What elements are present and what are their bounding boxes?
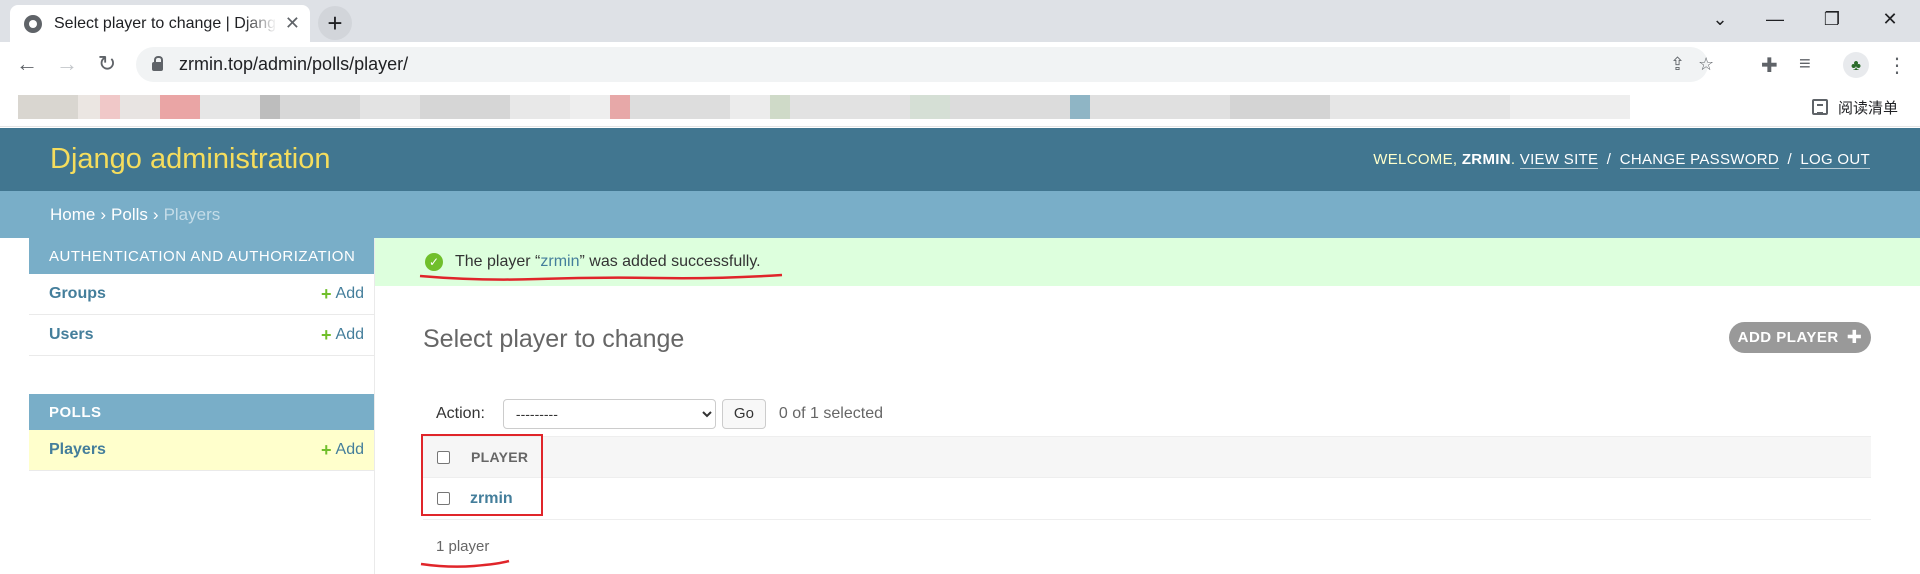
go-button[interactable]: Go xyxy=(721,398,766,429)
admin-header: Django administration WELCOME, ZRMIN. VI… xyxy=(0,128,1920,191)
tab-close-icon[interactable]: ✕ xyxy=(285,13,300,34)
page-title: Select player to change xyxy=(423,325,685,353)
groups-link[interactable]: Groups xyxy=(49,285,106,303)
plus-icon: + xyxy=(321,439,332,460)
paginator: 1 player xyxy=(436,538,490,555)
profile-avatar[interactable]: ♣ xyxy=(1843,52,1869,78)
sidebar-item-players: Players + Add xyxy=(29,430,374,471)
globe-icon xyxy=(24,14,42,33)
add-label: Add xyxy=(335,326,364,343)
table-header-row: PLAYER xyxy=(423,436,1871,478)
plus-icon: + xyxy=(321,324,332,345)
users-link[interactable]: Users xyxy=(49,326,93,344)
message-prefix: The player “ xyxy=(455,253,541,270)
success-check-icon: ✓ xyxy=(425,253,443,271)
forward-arrow-icon[interactable]: → xyxy=(52,49,82,79)
add-label: Add xyxy=(335,285,364,302)
selected-count: 0 of 1 selected xyxy=(778,404,883,422)
browser-tab[interactable]: Select player to change | Django site ad… xyxy=(10,5,310,42)
browser-toolbar: ← → ↻ zrmin.top/admin/polls/player/ ⇪ ☆ … xyxy=(0,42,1920,87)
reading-list-button[interactable]: 阅读清单 xyxy=(1812,95,1898,119)
action-select[interactable]: --------- xyxy=(502,398,716,429)
actions-bar: Action: --------- Go 0 of 1 selected xyxy=(423,391,1871,436)
users-add-link[interactable]: + Add xyxy=(321,325,364,346)
players-link[interactable]: Players xyxy=(49,441,106,459)
user-tools-separator: / xyxy=(1787,151,1792,168)
user-tools: WELCOME, ZRMIN. VIEW SITE / CHANGE PASSW… xyxy=(1373,151,1870,169)
add-label: Add xyxy=(335,441,364,458)
close-window-button[interactable]: ✕ xyxy=(1862,0,1918,38)
reading-list-label: 阅读清单 xyxy=(1838,99,1899,117)
change-password-link[interactable]: CHANGE PASSWORD xyxy=(1619,151,1779,169)
plus-icon: + xyxy=(321,283,332,304)
new-tab-button[interactable]: + xyxy=(318,6,352,40)
back-arrow-icon[interactable]: ← xyxy=(12,49,42,79)
log-out-link[interactable]: LOG OUT xyxy=(1800,151,1870,169)
tab-search-icon[interactable]: ⌄ xyxy=(1692,0,1748,38)
sidebar-item-users: Users + Add xyxy=(29,315,374,356)
table-row: zrmin xyxy=(423,478,1871,520)
message-suffix: ” was added successfully. xyxy=(579,253,761,270)
bookmarks-bar: 阅读清单 xyxy=(0,87,1920,127)
groups-add-link[interactable]: + Add xyxy=(321,284,364,305)
bookmark-star-icon[interactable]: ☆ xyxy=(1698,54,1714,75)
action-label: Action: xyxy=(436,404,485,422)
extensions-puzzle-icon[interactable]: ✚ xyxy=(1761,53,1778,78)
plus-icon: ✚ xyxy=(1846,327,1863,347)
view-site-link[interactable]: VIEW SITE xyxy=(1519,151,1599,169)
add-player-button[interactable]: ADD PLAYER ✚ xyxy=(1729,322,1871,353)
url-text[interactable]: zrmin.top/admin/polls/player/ xyxy=(179,54,408,75)
share-icon[interactable]: ⇪ xyxy=(1670,54,1685,75)
restore-button[interactable]: ❐ xyxy=(1804,0,1860,38)
auth-module-caption[interactable]: AUTHENTICATION AND AUTHORIZATION xyxy=(29,238,374,274)
site-branding[interactable]: Django administration xyxy=(50,143,330,176)
address-bar[interactable]: zrmin.top/admin/polls/player/ ⇪ ☆ xyxy=(136,47,1714,82)
blurred-bookmarks xyxy=(18,95,1788,119)
polls-module-caption[interactable]: POLLS xyxy=(29,394,374,430)
user-tools-separator: / xyxy=(1606,151,1612,168)
result-list-table: PLAYER zrmin xyxy=(423,436,1871,520)
breadcrumb-separator: › xyxy=(100,204,107,224)
lock-icon[interactable] xyxy=(152,56,163,71)
annotation-underline-paginator xyxy=(420,559,510,568)
breadcrumb-current: Players xyxy=(163,204,221,224)
sidebar-item-groups: Groups + Add xyxy=(29,274,374,315)
welcome-text: WELCOME, xyxy=(1373,151,1458,168)
breadcrumb: Home › Polls › Players xyxy=(0,191,1920,238)
annotation-box xyxy=(421,434,543,516)
tab-title: Select player to change | Django site ad… xyxy=(54,14,277,32)
breadcrumb-polls[interactable]: Polls xyxy=(111,205,148,225)
players-add-link[interactable]: + Add xyxy=(321,440,364,461)
message-player-link[interactable]: zrmin xyxy=(540,253,579,271)
breadcrumb-home[interactable]: Home xyxy=(50,205,95,225)
breadcrumb-separator: › xyxy=(152,204,159,224)
more-menu-icon[interactable]: ⋮ xyxy=(1887,53,1907,78)
reload-icon[interactable]: ↻ xyxy=(92,49,122,79)
username: ZRMIN xyxy=(1461,151,1511,168)
minimize-button[interactable]: — xyxy=(1747,0,1803,38)
media-queue-icon[interactable]: ≡ xyxy=(1799,53,1811,76)
annotation-underline-message xyxy=(419,273,783,281)
browser-tab-bar: Select player to change | Django site ad… xyxy=(0,0,1920,42)
reading-list-icon xyxy=(1812,99,1828,115)
nav-sidebar: AUTHENTICATION AND AUTHORIZATION Groups … xyxy=(29,238,375,574)
add-player-label: ADD PLAYER xyxy=(1737,329,1839,346)
